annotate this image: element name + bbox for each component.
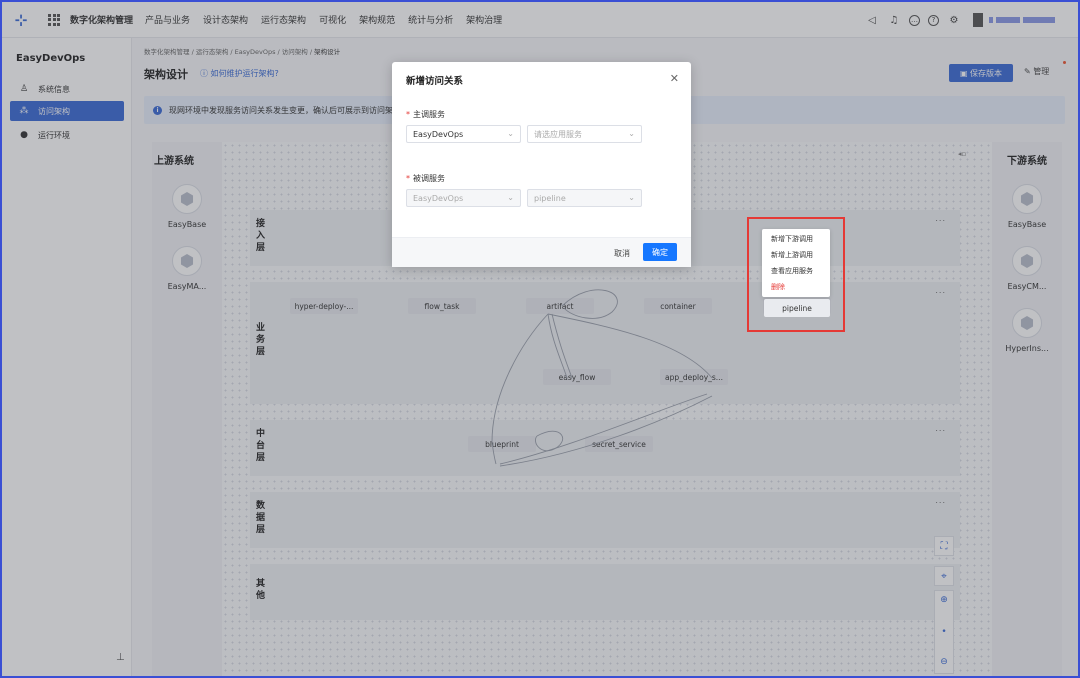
highlight-annotation	[747, 217, 845, 332]
dialog-title: 新增访问关系	[406, 76, 464, 87]
chevron-down-icon: ⌄	[628, 193, 635, 202]
callee-system-value: EasyDevOps	[413, 193, 464, 203]
chevron-down-icon: ⌄	[507, 193, 514, 202]
callee-label: * 被调服务	[406, 174, 445, 183]
confirm-button[interactable]: 确定	[643, 243, 677, 261]
callee-service-value: pipeline	[534, 193, 566, 203]
caller-system-value: EasyDevOps	[413, 129, 464, 139]
callee-service-select: pipeline ⌄	[527, 189, 642, 207]
caller-service-select[interactable]: 请选应用服务 ⌄	[527, 125, 642, 143]
caller-system-select[interactable]: EasyDevOps ⌄	[406, 125, 521, 143]
chevron-down-icon: ⌄	[628, 129, 635, 138]
callee-system-select: EasyDevOps ⌄	[406, 189, 521, 207]
app-frame: ⊹ 数字化架构管理 产品与业务 设计态架构 运行态架构 可视化 架构规范 统计与…	[0, 0, 1080, 678]
caller-label: * 主调服务	[406, 110, 445, 119]
chevron-down-icon: ⌄	[507, 129, 514, 138]
close-icon[interactable]: ✕	[670, 72, 679, 85]
dialog-footer: 取消 确定	[392, 237, 691, 267]
caller-service-placeholder: 请选应用服务	[534, 129, 582, 139]
add-relation-dialog: 新增访问关系 ✕ * 主调服务 EasyDevOps ⌄ 请选应用服务 ⌄ * 被调…	[392, 62, 691, 267]
cancel-button[interactable]: 取消	[614, 248, 630, 259]
